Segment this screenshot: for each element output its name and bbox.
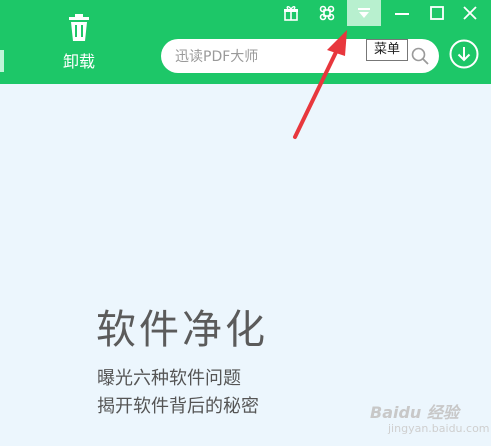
red-annotation-arrow — [293, 30, 347, 139]
hero-title: 软件净化 — [96, 307, 268, 353]
hero-line-2: 揭开软件背后的秘密 — [97, 396, 259, 417]
hero-line-1: 曝光六种软件问题 — [97, 368, 241, 389]
baidu-watermark: Baidu 经验 — [370, 403, 459, 422]
baidu-watermark-url: jingyan.baidu.com — [388, 422, 490, 435]
